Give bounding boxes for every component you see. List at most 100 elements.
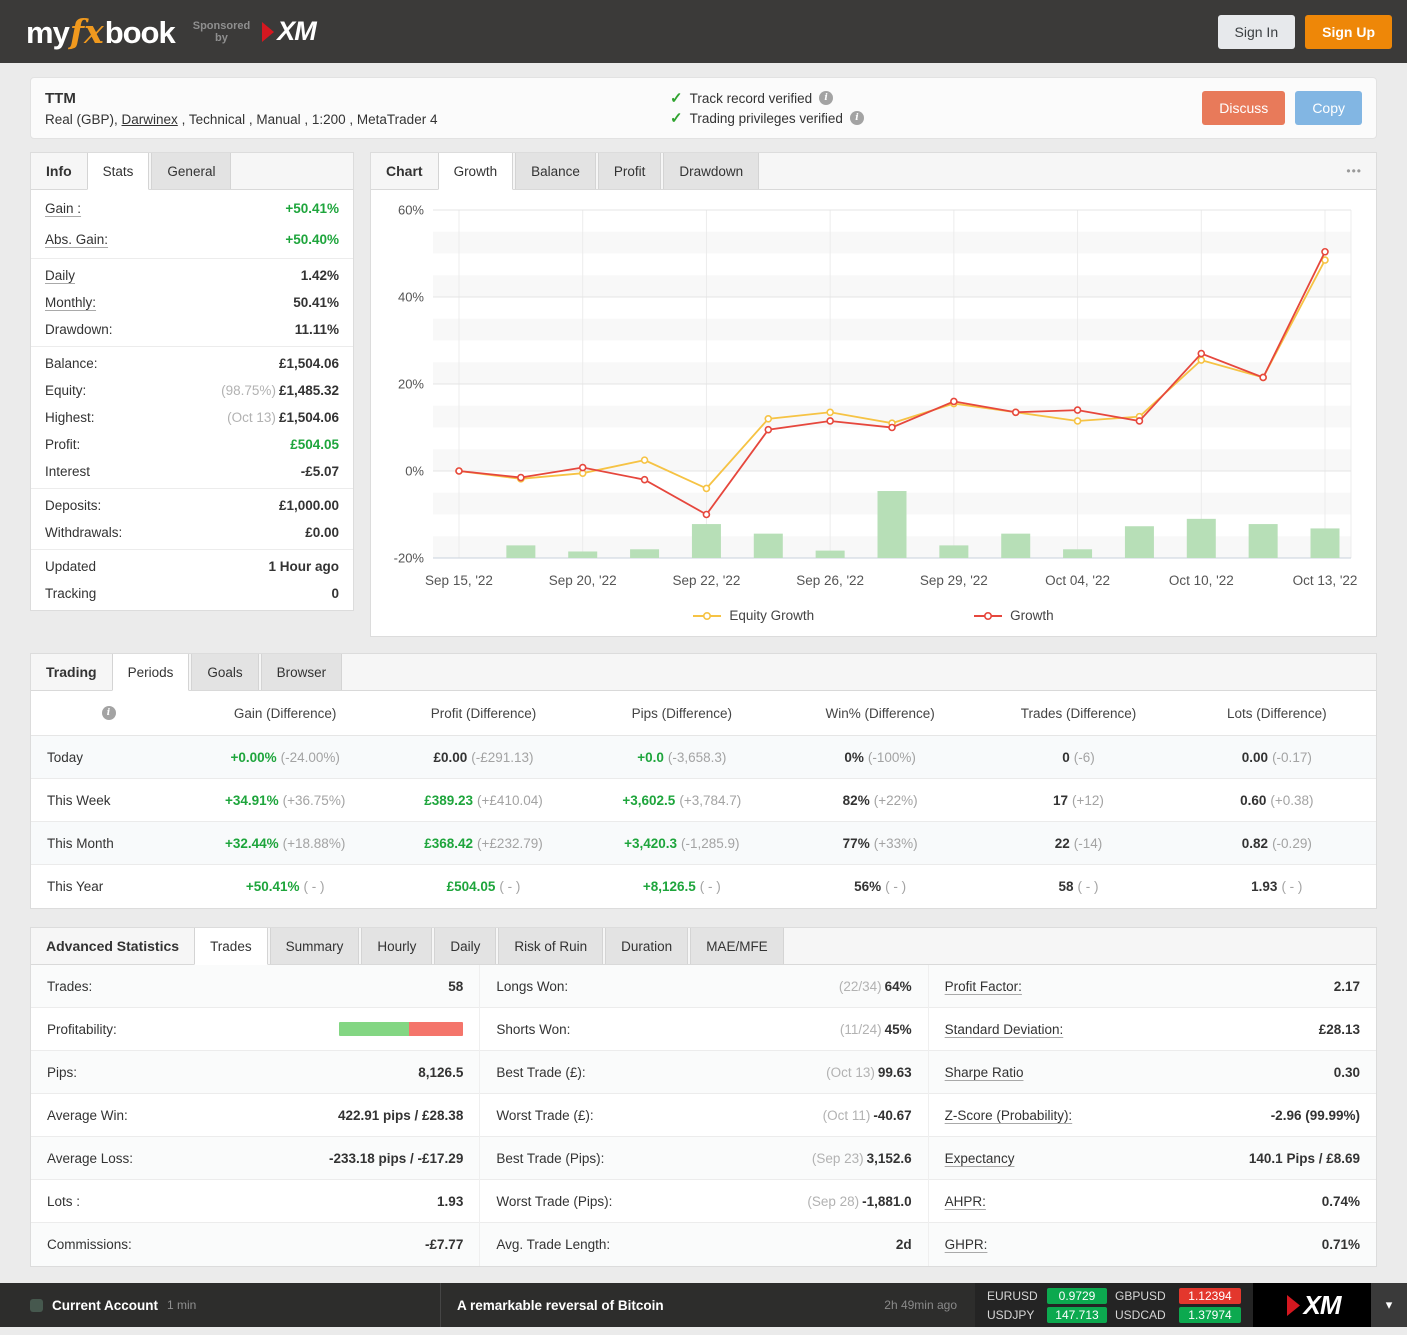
row-average-win: Average Win: 422.91 pips / £28.38: [31, 1094, 480, 1137]
row-worst-trade-gbp: Worst Trade (£): (Oct 11) -40.67: [480, 1094, 928, 1137]
sponsored-by-label: Sponsored by: [192, 19, 251, 44]
svg-text:Sep 22, '22: Sep 22, '22: [672, 573, 740, 588]
stat-row-balance: Balance: £1,504.06: [45, 356, 339, 371]
chart-menu-icon[interactable]: •••: [1332, 153, 1376, 189]
tab-duration[interactable]: Duration: [605, 928, 689, 964]
equity-growth-marker-icon: [693, 611, 722, 620]
periods-panel: Trading Periods Goals Browser i Gain (Di…: [30, 653, 1377, 909]
column-header-win: Win% (Difference): [825, 705, 935, 721]
discuss-button[interactable]: Discuss: [1202, 91, 1286, 125]
tab-periods[interactable]: Periods: [111, 654, 190, 691]
column-header-trades: Trades (Difference): [1020, 705, 1137, 721]
chart-tabbar: Chart Growth Balance Profit Drawdown •••: [371, 153, 1376, 190]
current-account-time: 1 min: [167, 1298, 197, 1312]
xm-footer-logo[interactable]: XM: [1253, 1283, 1371, 1327]
tab-profit[interactable]: Profit: [597, 153, 662, 189]
info-icon[interactable]: i: [849, 111, 864, 125]
tab-trades[interactable]: Trades: [194, 928, 268, 965]
legend-equity-growth[interactable]: Equity Growth: [693, 608, 814, 623]
top-bar: my fx book Sponsored by XM Sign In Sign Up: [0, 0, 1407, 63]
svg-text:Sep 20, '22: Sep 20, '22: [549, 573, 617, 588]
stat-row-monthly: Monthly: 50.41%: [45, 295, 339, 310]
ticker-symbol: USDCAD: [1115, 1307, 1166, 1322]
period-row-this-week: This Week +34.91% (+36.75%) £389.23 (+£410…: [31, 779, 1376, 822]
track-record-verified: ✓ Track record verified i: [670, 89, 864, 107]
svg-text:Sep 15, '22: Sep 15, '22: [425, 573, 493, 588]
sign-up-button[interactable]: Sign Up: [1305, 14, 1392, 49]
news-title[interactable]: A remarkable reversal of Bitcoin: [457, 1298, 664, 1313]
current-account-label[interactable]: Current Account: [52, 1298, 158, 1313]
footer-news: A remarkable reversal of Bitcoin 2h 49mi…: [441, 1283, 975, 1327]
ticker-price[interactable]: 147.713: [1047, 1306, 1107, 1323]
footer-bar: Current Account 1 min A remarkable rever…: [0, 1283, 1407, 1327]
period-row-this-month: This Month +32.44% (+18.88%) £368.42 (+£23…: [31, 822, 1376, 865]
trading-tabbar: Trading Periods Goals Browser: [31, 654, 1376, 691]
ticker-symbol: GBPUSD: [1115, 1288, 1166, 1303]
periods-table-header: i Gain (Difference) Profit (Difference) …: [31, 691, 1376, 736]
info-icon[interactable]: i: [101, 706, 116, 720]
svg-text:Oct 13, '22: Oct 13, '22: [1293, 573, 1358, 588]
tab-hourly[interactable]: Hourly: [361, 928, 433, 964]
quotes-ticker: EURUSD 0.9729 GBPUSD 1.12394 USDJPY 147.…: [975, 1283, 1253, 1327]
stat-row-equity: Equity: (98.75%) £1,485.32: [45, 383, 339, 398]
column-header-profit: Profit (Difference): [430, 705, 537, 721]
tab-stats[interactable]: Stats: [86, 153, 150, 190]
ticker-price[interactable]: 1.37974: [1179, 1306, 1241, 1323]
ticker-symbol: USDJPY: [987, 1307, 1035, 1322]
column-header-pips: Pips (Difference): [631, 705, 732, 721]
row-trades: Trades: 58: [31, 965, 480, 1008]
tab-goals[interactable]: Goals: [191, 654, 259, 690]
check-icon: ✓: [670, 110, 683, 127]
row-worst-trade-pips: Worst Trade (Pips): (Sep 28) -1,881.0: [480, 1180, 928, 1223]
svg-text:Sep 26, '22: Sep 26, '22: [796, 573, 864, 588]
stat-row-profit: Profit: £504.05: [45, 437, 339, 452]
news-time: 2h 49min ago: [884, 1298, 957, 1312]
row-profitability: Profitability:: [31, 1008, 480, 1051]
ticker-price[interactable]: 1.12394: [1179, 1287, 1241, 1304]
svg-text:40%: 40%: [398, 290, 424, 305]
row-sharpe-ratio: Sharpe Ratio 0.30: [928, 1051, 1376, 1094]
xm-logo[interactable]: XM: [260, 16, 317, 47]
tab-growth[interactable]: Growth: [437, 153, 514, 190]
tab-summary[interactable]: Summary: [269, 928, 360, 964]
row-expectancy: Expectancy 140.1 Pips / £8.69: [928, 1137, 1376, 1180]
ticker-symbol: EURUSD: [987, 1288, 1038, 1303]
tab-trading[interactable]: Trading: [31, 654, 112, 690]
copy-button[interactable]: Copy: [1295, 91, 1362, 125]
verification-badges: ✓ Track record verified i ✓ Trading priv…: [670, 87, 864, 129]
tab-chart[interactable]: Chart: [371, 153, 438, 189]
tab-risk-of-ruin[interactable]: Risk of Ruin: [498, 928, 604, 964]
svg-text:20%: 20%: [398, 377, 424, 392]
column-header-gain: Gain (Difference): [233, 705, 337, 721]
row-best-trade-pips: Best Trade (Pips): (Sep 23) 3,152.6: [480, 1137, 928, 1180]
myfxbook-logo[interactable]: my fx book: [26, 12, 176, 51]
row-average-loss: Average Loss: -233.18 pips / -£17.29: [31, 1137, 480, 1180]
stats-tabbar: Info Stats General: [31, 153, 353, 190]
chevron-down-icon[interactable]: ▾: [1371, 1283, 1407, 1327]
sign-in-button[interactable]: Sign In: [1217, 14, 1296, 49]
tab-balance[interactable]: Balance: [515, 153, 596, 189]
legend-growth[interactable]: Growth: [974, 608, 1054, 623]
stat-row-updated: Updated 1 Hour ago: [45, 559, 339, 574]
stat-row-interest: Interest -£5.07: [45, 464, 339, 479]
svg-text:Sep 29, '22: Sep 29, '22: [920, 573, 988, 588]
period-row-this-year: This Year +50.41%( - ) £504.05( - ) +8,1…: [47, 879, 1303, 894]
tab-daily[interactable]: Daily: [434, 928, 497, 964]
stat-row-withdrawals: Withdrawals: £0.00: [45, 525, 339, 540]
logo-fx: fx: [69, 12, 104, 51]
broker-link[interactable]: Darwinex: [122, 112, 178, 127]
tab-general[interactable]: General: [151, 153, 232, 189]
row-longs-won: Longs Won: (22/34) 64%: [480, 965, 928, 1008]
tab-mae-mfe[interactable]: MAE/MFE: [690, 928, 784, 964]
svg-text:Oct 04, '22: Oct 04, '22: [1045, 573, 1110, 588]
tab-drawdown[interactable]: Drawdown: [663, 153, 760, 189]
tab-browser[interactable]: Browser: [260, 654, 343, 690]
stat-row-highest: Highest: (Oct 13) £1,504.06: [45, 410, 339, 425]
ticker-price[interactable]: 0.9729: [1047, 1287, 1107, 1304]
profitability-bar: [339, 1022, 464, 1036]
stat-row-abs-gain: Abs. Gain: +50.40%: [45, 232, 339, 247]
tab-info[interactable]: Info: [31, 153, 87, 189]
info-icon[interactable]: i: [819, 91, 834, 105]
growth-chart-svg: -20% 0% 20% 40% 60% Sep 15, '22 Sep 20, '22 Sep…: [394, 203, 1358, 589]
row-lots: Lots : 1.93: [31, 1180, 480, 1223]
